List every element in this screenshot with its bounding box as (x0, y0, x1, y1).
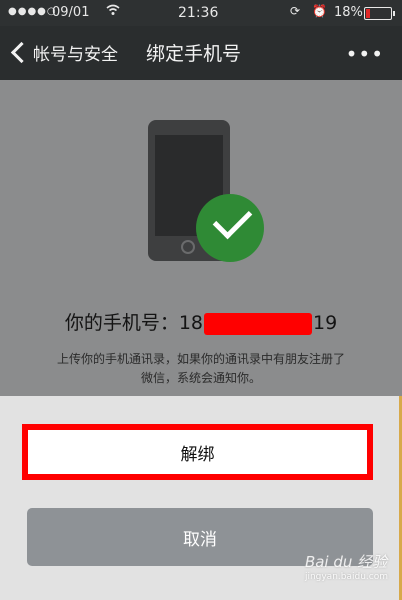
status-time: 21:36 (178, 5, 219, 21)
phone-number: 你的手机号：18 19 (0, 308, 402, 335)
alarm-icon: ⏰ (312, 4, 327, 18)
phone-suffix: 19 (313, 312, 338, 334)
watermark-text: Bai du 经验 (304, 553, 388, 571)
description-line-1: 上传你的手机通讯录，如果你的通讯录中有朋友注册了 (56, 352, 345, 366)
status-bar: ●●●●○ 09/01 21:36 ⟳ ⏰ 18% (0, 0, 402, 26)
checkmark (212, 199, 253, 240)
phone-prefix: 你的手机号：18 (64, 312, 203, 334)
back-label: 帐号与安全 (33, 44, 118, 65)
action-sheet: 解绑 取消 Bai du 经验 jingyan.baidu.com (0, 396, 402, 600)
battery-nub (393, 11, 395, 16)
baidu-watermark: Bai du 经验 jingyan.baidu.com (305, 551, 388, 582)
status-date: 09/01 (52, 5, 90, 20)
dimmed-content: 你的手机号：18 19 上传你的手机通讯录，如果你的通讯录中有朋友注册了 微信，系… (0, 80, 402, 396)
page-title: 绑定手机号 (146, 43, 242, 65)
battery-percent: 18% (334, 5, 363, 20)
unbind-button[interactable]: 解绑 (22, 424, 373, 480)
wifi-icon (106, 4, 120, 20)
nav-bar: 帐号与安全 绑定手机号 ••• (0, 26, 402, 80)
phone-home-button (181, 240, 195, 254)
check-icon (196, 194, 264, 262)
signal-icon: ●●●●○ (8, 6, 57, 17)
back-button[interactable]: 帐号与安全 (6, 34, 118, 70)
redaction-mark (204, 312, 312, 335)
battery-icon (364, 7, 395, 20)
description-line-2: 微信，系统会通知你。 (140, 371, 261, 385)
more-options-button[interactable]: ••• (346, 42, 384, 66)
watermark-url: jingyan.baidu.com (304, 572, 388, 582)
description: 上传你的手机通讯录，如果你的通讯录中有朋友注册了 微信，系统会通知你。 (14, 350, 388, 388)
orientation-lock-icon: ⟳ (290, 4, 301, 18)
chevron-left-icon (10, 41, 33, 63)
battery-fill (366, 9, 370, 18)
